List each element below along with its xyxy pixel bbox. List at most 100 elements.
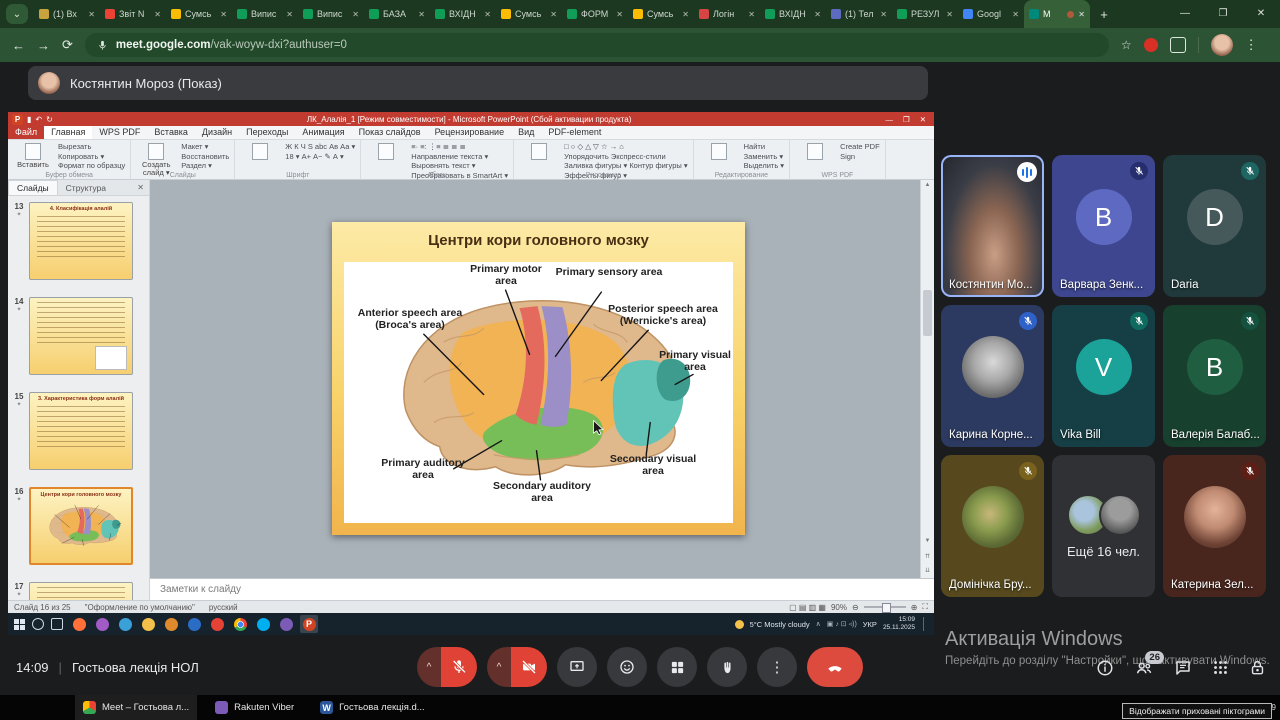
layout-button[interactable]	[657, 647, 697, 687]
ribbon-buttons[interactable]: Create PDF Sign	[840, 142, 880, 170]
taskbar-app-icon[interactable]	[254, 615, 272, 633]
scroll-up-icon[interactable]: ▲	[921, 182, 934, 188]
taskbar-app-icon[interactable]	[277, 615, 295, 633]
taskbar-app-icon[interactable]	[185, 615, 203, 633]
meeting-details-button[interactable]	[1096, 659, 1114, 677]
more-options-button[interactable]: ⋮	[757, 647, 797, 687]
window-close-button[interactable]: ✕	[1242, 0, 1280, 28]
ribbon-tab[interactable]: Показ слайдов	[352, 126, 428, 139]
pane-close-icon[interactable]: ✕	[137, 183, 149, 192]
reload-button[interactable]: ⟳	[62, 37, 73, 53]
browser-tab[interactable]: ВХІДН ✕	[430, 0, 496, 28]
ribbon-big-button[interactable]	[240, 142, 280, 170]
tab-close-icon[interactable]: ✕	[1078, 10, 1085, 19]
ppt-restore-button[interactable]: ❐	[903, 115, 910, 124]
taskbar-app-icon[interactable]	[208, 615, 226, 633]
browser-tab[interactable]: Сумсь ✕	[166, 0, 232, 28]
slide-thumbnail[interactable]	[29, 297, 133, 375]
participant-tile[interactable]: V Vika Bill	[1052, 305, 1155, 447]
tab-close-icon[interactable]: ✕	[154, 10, 161, 19]
mic-options-chevron[interactable]: ^	[417, 647, 441, 687]
slide-thumbnail[interactable]: 3. Характеристика форм алалій	[29, 392, 133, 470]
ribbon-buttons[interactable]: □ ○ ◇ △ ▽ ☆ → ⌂ Упорядочить Экспресс-сти…	[564, 142, 688, 170]
tab-close-icon[interactable]: ✕	[352, 10, 359, 19]
new-tab-button[interactable]: +	[1094, 4, 1114, 24]
tab-search-button[interactable]: ⌄	[6, 4, 28, 24]
activities-button[interactable]	[1212, 659, 1229, 676]
participant-tile[interactable]: Карина Корне...	[941, 305, 1044, 447]
ribbon-tab[interactable]: Дизайн	[195, 126, 239, 139]
browser-tab[interactable]: М ✕	[1024, 0, 1090, 28]
tab-close-icon[interactable]: ✕	[418, 10, 425, 19]
browser-menu-icon[interactable]: ⋮	[1245, 37, 1258, 53]
taskbar-app-icon[interactable]	[162, 615, 180, 633]
browser-tab[interactable]: (1) Тел ✕	[826, 0, 892, 28]
browser-tab[interactable]: ВХІДН ✕	[760, 0, 826, 28]
ribbon-tab[interactable]: Рецензирование	[428, 126, 512, 139]
ribbon-buttons[interactable]: Вырезать Копировать ▾ Формат по образцу	[58, 142, 125, 170]
profile-avatar[interactable]	[1211, 34, 1233, 56]
pane-tab-outline[interactable]: Структура	[58, 181, 114, 195]
tab-close-icon[interactable]: ✕	[946, 10, 953, 19]
slide-thumbnail-row[interactable]: 16 ✦ Центри кори головного мозку	[8, 487, 149, 565]
taskbar-app-button[interactable]: W Гостьова лекція.d...	[312, 695, 433, 720]
fit-to-window-icon[interactable]: ⛶	[922, 602, 928, 612]
ribbon-tab[interactable]: Анимация	[295, 126, 351, 139]
raise-hand-button[interactable]	[707, 647, 747, 687]
participant-tile[interactable]: Костянтин Мо...	[941, 155, 1044, 297]
browser-tab[interactable]: Сумсь ✕	[496, 0, 562, 28]
redo-icon[interactable]: ↻	[46, 115, 53, 124]
notifications-icon[interactable]	[923, 617, 928, 631]
participants-button[interactable]: 26	[1134, 659, 1154, 677]
taskbar-app-icon[interactable]	[116, 615, 134, 633]
tab-close-icon[interactable]: ✕	[880, 10, 887, 19]
browser-tab[interactable]: Логін ✕	[694, 0, 760, 28]
browser-tab[interactable]: ФОРМ ✕	[562, 0, 628, 28]
task-view-icon[interactable]	[51, 618, 63, 630]
participant-tile[interactable]: B Варвара Зенк...	[1052, 155, 1155, 297]
chat-button[interactable]	[1174, 659, 1192, 677]
notes-panel[interactable]: Заметки к слайду	[150, 578, 934, 600]
taskbar-app-icon[interactable]	[231, 615, 249, 633]
scroll-down-icon[interactable]: ▼	[921, 538, 934, 544]
slide-thumbnail[interactable]	[29, 582, 133, 600]
ribbon-buttons[interactable]: ≡· ≡: ⋮≡ ≣ ≣ ≣ Направление текста ▾ Выро…	[411, 142, 508, 170]
browser-tab[interactable]: (1) Вх ✕	[34, 0, 100, 28]
browser-tab[interactable]: Сумсь ✕	[628, 0, 694, 28]
ribbon-big-button[interactable]: Вставить	[13, 142, 53, 170]
ribbon-buttons[interactable]: Ж К Ч S abc Ав Аа ▾ 18 ▾ А+ А− ✎ А ▾	[285, 142, 355, 170]
slide-thumbnail-row[interactable]: 15 ✦ 3. Характеристика форм алалій	[8, 392, 149, 470]
search-icon[interactable]	[32, 618, 44, 630]
present-button[interactable]	[557, 647, 597, 687]
browser-tab[interactable]: РЕЗУЛ ✕	[892, 0, 958, 28]
keyboard-language[interactable]: УКР	[863, 620, 877, 629]
slide-thumbnail[interactable]: 4. Класифікація алалій	[29, 202, 133, 280]
taskbar-app-button[interactable]: Rakuten Viber	[207, 695, 302, 720]
ribbon-tab[interactable]: Главная	[44, 126, 92, 139]
slide-thumbnail[interactable]: Центри кори головного мозку	[29, 487, 133, 565]
ppt-minimize-button[interactable]: —	[885, 115, 893, 124]
tab-close-icon[interactable]: ✕	[748, 10, 755, 19]
ribbon-tab[interactable]: Переходы	[239, 126, 295, 139]
start-button-icon[interactable]	[14, 619, 25, 630]
tab-close-icon[interactable]: ✕	[220, 10, 227, 19]
undo-icon[interactable]: ↶	[35, 115, 42, 124]
pane-tab-slides[interactable]: Слайды	[8, 180, 58, 195]
zoom-out-icon[interactable]: ⊖	[852, 603, 859, 612]
camera-options-chevron[interactable]: ^	[487, 647, 511, 687]
tab-close-icon[interactable]: ✕	[682, 10, 689, 19]
ribbon-buttons[interactable]: Найти Заменить ▾ Выделить ▾	[744, 142, 784, 170]
slide-thumbnail-row[interactable]: 17 ✦	[8, 582, 149, 600]
taskbar-app-button[interactable]: Meet – Гостьова л...	[75, 695, 197, 720]
slide-thumbnail-row[interactable]: 14 ✦	[8, 297, 149, 375]
participant-tile[interactable]: Ещё 16 чел.	[1052, 455, 1155, 597]
participant-tile[interactable]: Домінічка Бру...	[941, 455, 1044, 597]
taskbar-clock[interactable]: 15:09 25.11.2025	[883, 616, 915, 632]
forward-button[interactable]: →	[37, 38, 50, 53]
ribbon-big-button[interactable]: Создать слайд ▾	[136, 142, 176, 170]
ribbon-tab[interactable]: WPS PDF	[92, 126, 147, 139]
camera-button[interactable]: ^	[487, 647, 547, 687]
taskbar-app-icon[interactable]: P	[300, 615, 318, 633]
mic-off-icon[interactable]	[441, 647, 477, 687]
ribbon-tab[interactable]: Вставка	[147, 126, 194, 139]
